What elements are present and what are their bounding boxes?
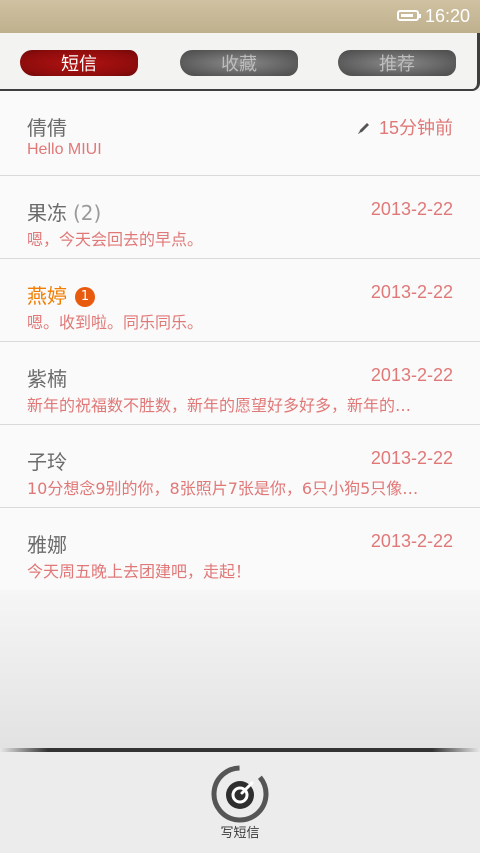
tab-sms[interactable]: 短信 — [20, 50, 138, 76]
battery-icon — [397, 10, 421, 21]
message-time: 2013-2-22 — [370, 282, 453, 302]
message-time: 2013-2-22 — [370, 531, 453, 551]
tab-bar: 短信 收藏 推荐 — [0, 33, 480, 91]
draft-pencil-icon — [357, 123, 369, 134]
message-count: (2) — [73, 201, 102, 225]
message-preview: 10分想念9别的你，8张照片7张是你，6只小狗5只像… — [27, 479, 419, 498]
message-preview: 嗯，今天会回去的早点。 — [27, 230, 204, 249]
contact-name: 倩倩 — [27, 116, 67, 140]
compose-label[interactable]: 写短信 — [200, 822, 280, 841]
contact-name: 子玲 — [27, 450, 67, 474]
conversation-item[interactable]: 果冻 (2) 2013-2-22 嗯，今天会回去的早点。 — [0, 176, 480, 259]
message-time: 2013-2-22 — [370, 365, 453, 385]
status-bar: 16:20 — [0, 0, 480, 33]
message-preview: 嗯。收到啦。同乐同乐。 — [27, 313, 204, 332]
tab-favorites[interactable]: 收藏 — [180, 50, 298, 76]
unread-badge: 1 — [75, 287, 95, 307]
conversation-item[interactable]: 紫楠 2013-2-22 新年的祝福数不胜数，新年的愿望好多好多，新年的… — [0, 342, 480, 425]
contact-name: 果冻 (2) — [27, 201, 102, 225]
contact-name: 紫楠 — [27, 367, 67, 391]
message-preview: 今天周五晚上去团建吧，走起！ — [27, 562, 252, 581]
compose-icon[interactable] — [208, 762, 272, 826]
conversation-item[interactable]: 雅娜 2013-2-22 今天周五晚上去团建吧，走起！ — [0, 508, 480, 591]
bottom-bar: 写短信 — [0, 752, 480, 853]
contact-name: 燕婷 1 — [27, 280, 95, 309]
conversation-item[interactable]: 子玲 2013-2-22 10分想念9别的你，8张照片7张是你，6只小狗5只像… — [0, 425, 480, 508]
status-time: 16:20 — [425, 6, 471, 26]
conversation-item[interactable]: 燕婷 1 2013-2-22 嗯。收到啦。同乐同乐。 — [0, 259, 480, 342]
list-empty-area — [0, 590, 480, 748]
message-preview: Hello MIUI — [27, 141, 102, 158]
conversation-list: 倩倩 15分钟前 Hello MIUI 果冻 (2) 2013-2-22 嗯，今天… — [0, 91, 480, 591]
message-preview: 新年的祝福数不胜数，新年的愿望好多好多，新年的… — [27, 396, 412, 415]
message-time: 2013-2-22 — [370, 448, 453, 468]
message-time: 2013-2-22 — [370, 199, 453, 219]
conversation-item[interactable]: 倩倩 15分钟前 Hello MIUI — [0, 91, 480, 176]
contact-name: 雅娜 — [27, 533, 67, 557]
tab-recommended[interactable]: 推荐 — [338, 50, 456, 76]
message-time: 15分钟前 — [357, 114, 453, 140]
